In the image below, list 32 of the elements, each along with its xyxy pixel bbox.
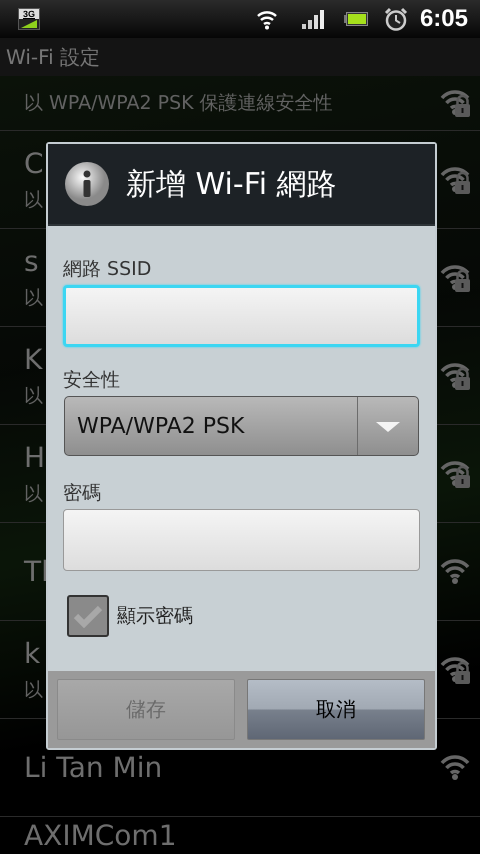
network-name: Li Tan Min [24,750,162,784]
password-input-field[interactable] [63,509,420,571]
checkbox[interactable] [67,595,109,637]
security-dropdown[interactable]: WPA/WPA2 PSK [64,396,419,456]
network-name: C [24,146,44,180]
battery-icon [344,12,368,26]
alarm-icon [384,7,408,31]
data-network-indicator: 3G [18,8,40,30]
field-label: 密碼 [63,481,102,506]
cancel-button[interactable]: 取消 [247,679,425,740]
security-description: 以 [24,188,43,212]
security-description: 以 WPA/WPA2 PSK 保護連線安全性 [24,91,333,116]
clock-time: 6:05 [420,5,468,33]
security-description: 以 [24,384,43,408]
checkbox-label: 顯示密碼 [117,604,193,629]
network-name: s [24,244,39,278]
network-name: k [24,636,40,670]
info-icon [64,161,110,207]
screen-title: Wi-Fi 設定 [6,44,100,70]
network-name: AXIMCom1 [24,819,177,853]
dialog-title: 新增 Wi-Fi 網路 [126,166,337,204]
signal-icon [302,8,326,30]
security-description: 以 [24,286,43,310]
checkmark-icon [73,604,103,628]
security-description: 以 [24,482,43,506]
network-name: K [24,342,42,376]
ssid-input-field[interactable] [63,285,420,347]
network-name: H [24,440,46,474]
field-label: 網路 SSID [63,257,152,282]
wifi-icon [256,8,278,30]
security-description: 以 [24,678,43,702]
field-label: 安全性 [63,368,121,393]
